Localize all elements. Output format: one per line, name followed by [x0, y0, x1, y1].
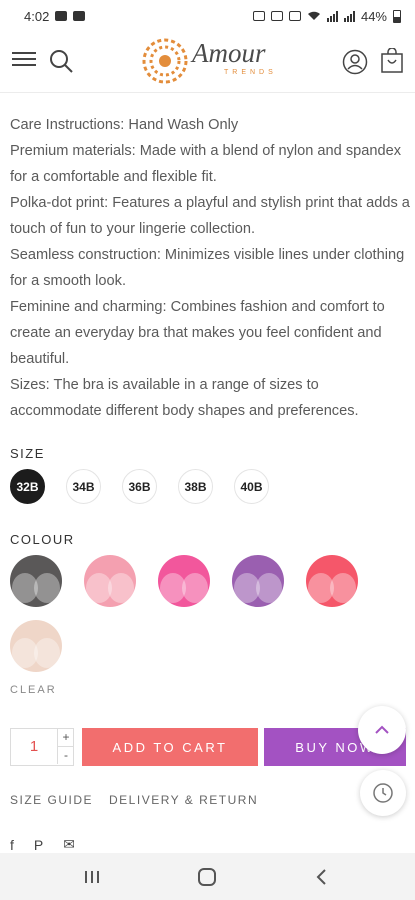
description-line: Seamless construction: Minimizes visible…	[10, 247, 405, 289]
add-to-cart-button[interactable]: ADD TO CART	[82, 728, 258, 766]
colour-swatch-light-pink[interactable]	[84, 555, 136, 607]
app-notification-icon	[73, 11, 86, 21]
size-option-38b[interactable]: 38B	[178, 469, 213, 504]
wifi-icon	[307, 9, 321, 24]
colour-label: COLOUR	[10, 532, 75, 547]
back-icon[interactable]	[310, 865, 334, 889]
size-guide-link[interactable]: SIZE GUIDE	[10, 793, 93, 807]
signal-2-icon	[343, 10, 355, 22]
status-bar: 4:02 44%	[0, 0, 415, 32]
menu-icon[interactable]	[12, 52, 36, 70]
size-option-34b[interactable]: 34B	[66, 469, 101, 504]
lock-icon	[252, 11, 265, 21]
recently-viewed-button[interactable]	[360, 770, 406, 816]
size-label: SIZE	[10, 446, 45, 461]
system-navigation-bar	[0, 853, 415, 900]
account-icon[interactable]	[342, 49, 368, 75]
size-option-36b[interactable]: 36B	[122, 469, 157, 504]
history-icon	[373, 783, 393, 803]
size-option-32b[interactable]: 32B	[10, 469, 45, 504]
product-links: SIZE GUIDE DELIVERY & RETURN	[10, 793, 258, 807]
colour-swatch-purple[interactable]	[232, 555, 284, 607]
facebook-icon[interactable]: f	[10, 837, 14, 853]
quantity-stepper: 1 + -	[10, 728, 74, 766]
battery-icon	[393, 9, 401, 23]
signal-icon	[326, 10, 338, 22]
status-time: 4:02	[24, 8, 50, 24]
gallery-notification-icon	[55, 11, 68, 21]
share-icons: f P ✉	[10, 836, 75, 853]
colour-swatch-nude[interactable]	[10, 620, 62, 672]
search-icon[interactable]	[48, 48, 74, 74]
battery-percent: 44%	[360, 8, 387, 24]
description-line: Care Instructions: Hand Wash Only	[10, 117, 239, 133]
colour-options	[10, 555, 410, 672]
email-icon[interactable]: ✉	[63, 836, 75, 853]
colour-swatch-grey[interactable]	[10, 555, 62, 607]
home-icon[interactable]	[195, 865, 219, 889]
description-line: Polka-dot print: Features a playful and …	[10, 195, 410, 237]
chevron-up-icon	[375, 725, 389, 734]
quantity-increase-button[interactable]: +	[57, 729, 74, 747]
colour-swatch-hot-pink[interactable]	[158, 555, 210, 607]
description-line: Sizes: The bra is available in a range o…	[10, 377, 359, 419]
logo-mark-icon	[142, 38, 188, 84]
quantity-decrease-button[interactable]: -	[57, 747, 74, 764]
description-line: Feminine and charming: Combines fashion …	[10, 299, 385, 367]
scroll-to-top-button[interactable]	[358, 706, 406, 754]
description-line: Premium materials: Made with a blend of …	[10, 143, 401, 185]
quantity-input[interactable]: 1	[11, 729, 57, 765]
brand-logo[interactable]: Amour TRENDS	[142, 36, 282, 86]
site-header: Amour TRENDS	[0, 32, 415, 93]
colour-swatch-coral[interactable]	[306, 555, 358, 607]
pinterest-icon[interactable]: P	[34, 837, 43, 853]
product-description: Care Instructions: Hand Wash Only Premiu…	[10, 112, 410, 424]
delivery-return-link[interactable]: DELIVERY & RETURN	[109, 793, 258, 807]
size-option-40b[interactable]: 40B	[234, 469, 269, 504]
size-options: 32B 34B 36B 38B 40B	[10, 469, 269, 504]
clear-selection-link[interactable]: CLEAR	[10, 684, 57, 696]
alarm-icon	[270, 11, 283, 21]
cart-icon[interactable]	[380, 47, 404, 74]
recent-apps-icon[interactable]	[80, 865, 104, 889]
mute-icon	[288, 11, 301, 21]
brand-name: Amour	[192, 38, 266, 68]
brand-tagline: TRENDS	[224, 69, 277, 76]
